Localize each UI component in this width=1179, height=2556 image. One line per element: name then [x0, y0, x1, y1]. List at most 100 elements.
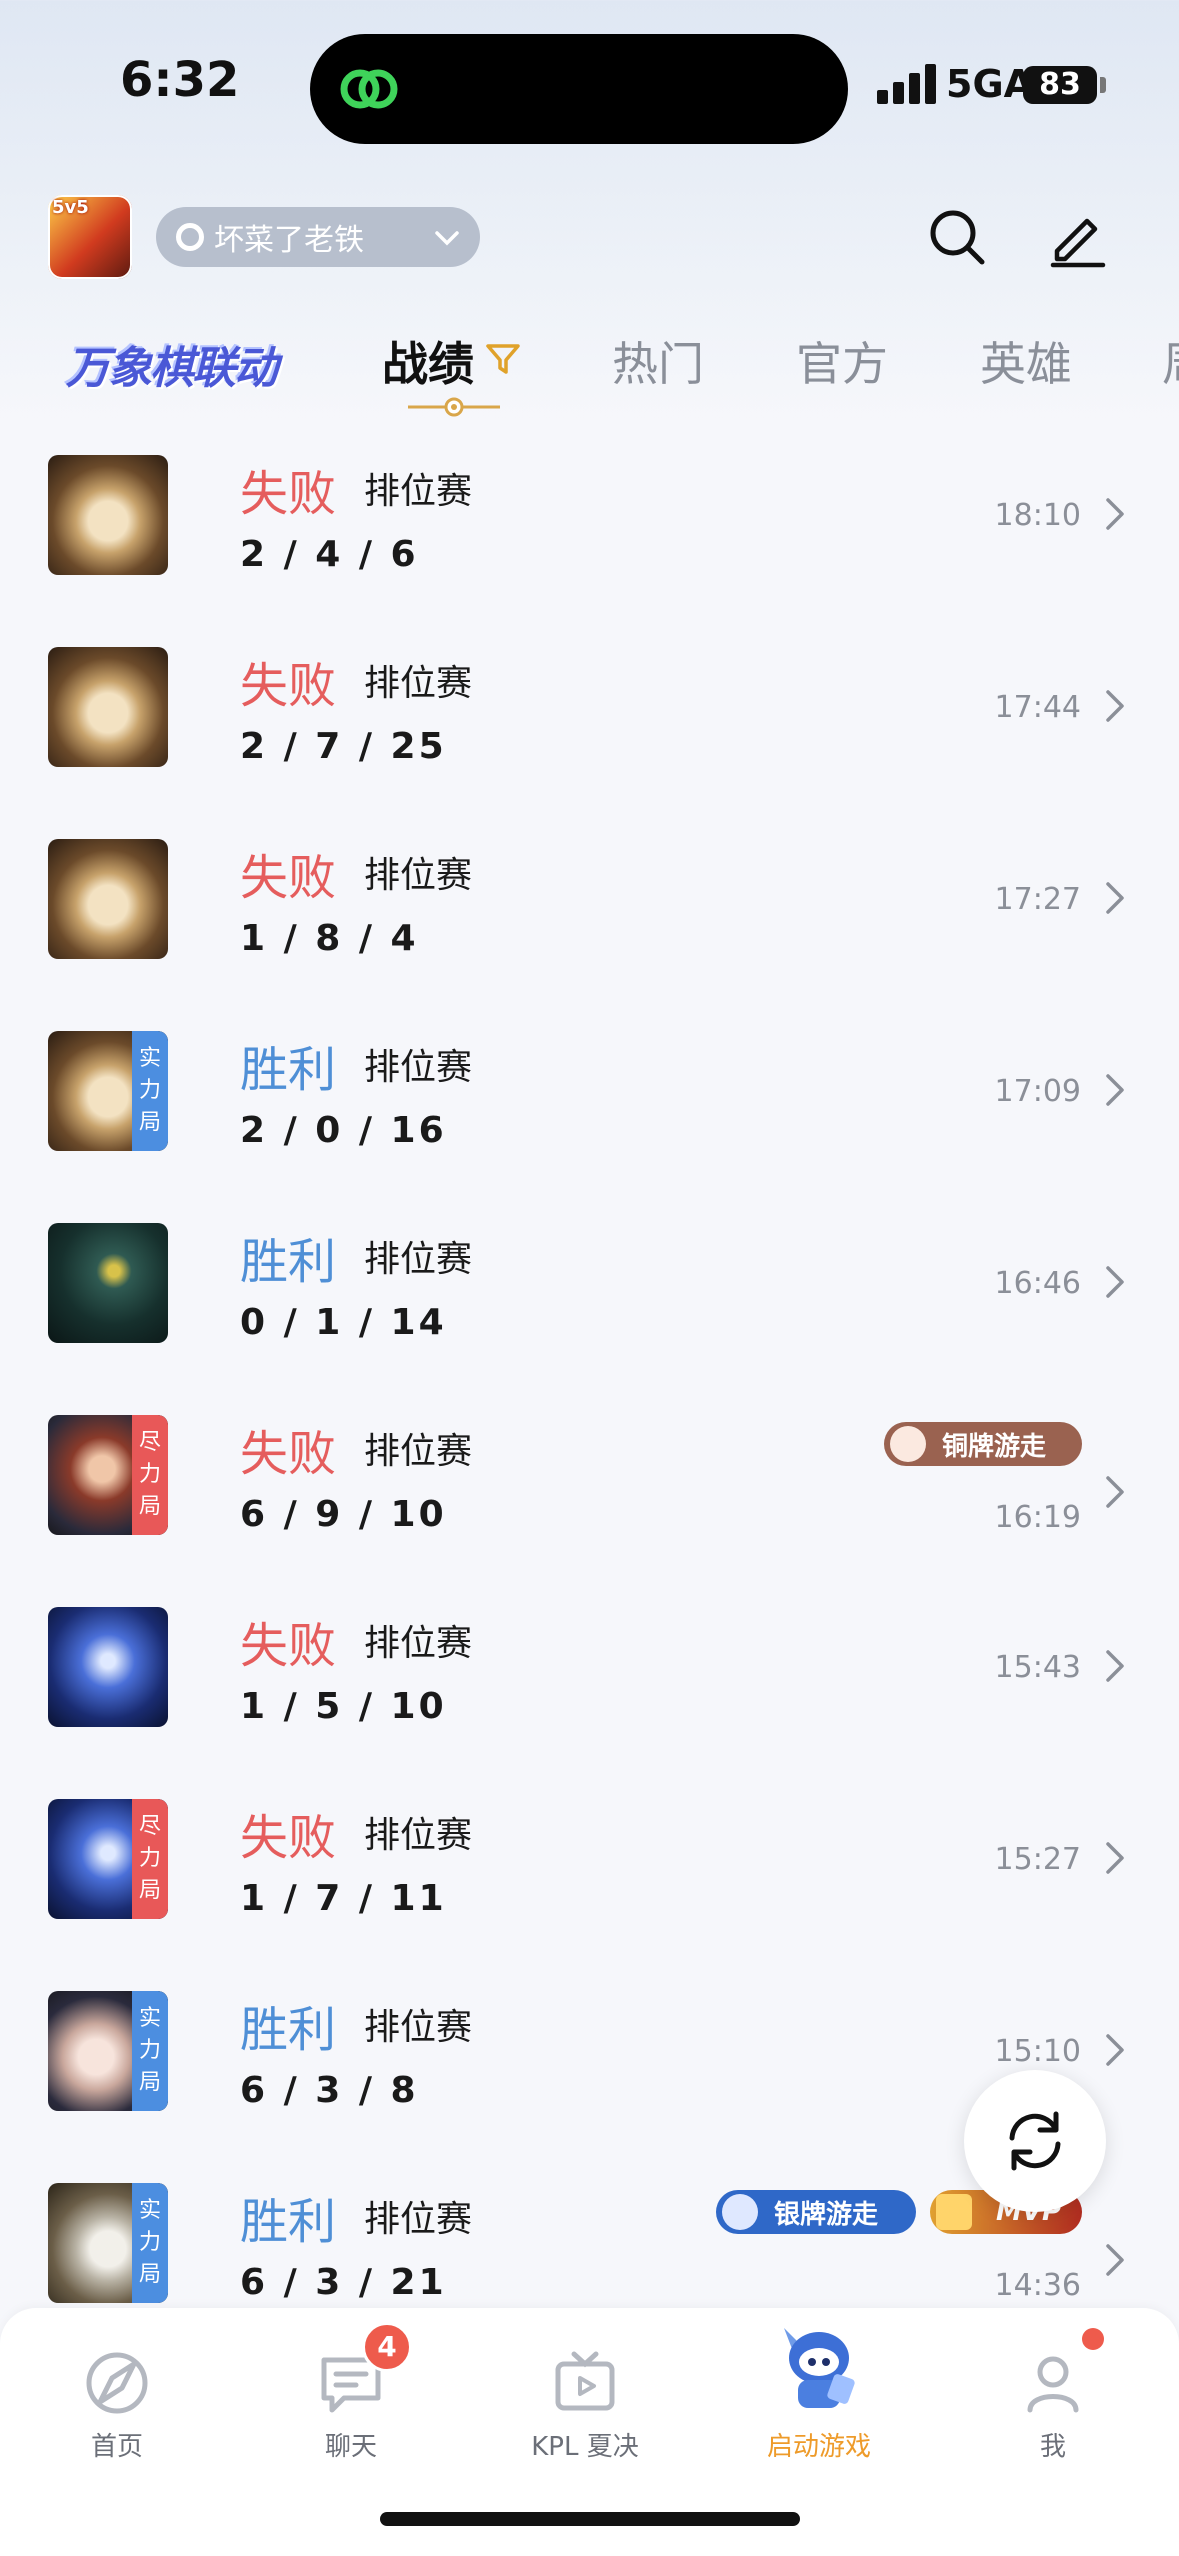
match-row[interactable]: 尽力局 失败 排位赛 1 / 7 / 11 15:27	[0, 1776, 1179, 1968]
edit-icon[interactable]	[1045, 205, 1109, 269]
search-icon[interactable]	[925, 205, 989, 269]
match-row[interactable]: 失败 排位赛 2 / 4 / 6 18:10	[0, 432, 1179, 624]
match-mode: 排位赛	[364, 1815, 473, 1856]
match-kda: 1 / 5 / 10	[240, 1686, 447, 1727]
tab-more[interactable]: 周	[1162, 328, 1179, 394]
badge-label: 银牌游走	[774, 2199, 879, 2230]
hero-avatar: 实力局	[48, 1991, 168, 2111]
match-quality-tag: 实力局	[132, 1991, 168, 2111]
chevron-right-icon	[1106, 498, 1124, 530]
match-row[interactable]: 胜利 排位赛 0 / 1 / 14 16:46	[0, 1200, 1179, 1392]
status-time: 6:32	[120, 52, 240, 108]
tab-official[interactable]: 官方	[796, 328, 888, 394]
tab-bar: 万象棋联动 战绩 热门 官方 英雄 周	[0, 320, 1179, 430]
game-logo[interactable]: 5v5	[48, 195, 132, 279]
hero-avatar: 尽力局	[48, 1415, 168, 1535]
match-result: 失败	[240, 466, 337, 522]
match-mode: 排位赛	[364, 855, 473, 896]
match-kda: 6 / 9 / 10	[240, 1494, 447, 1535]
hero-avatar	[48, 839, 168, 959]
refresh-icon	[1009, 2111, 1061, 2171]
me-notification-dot	[1082, 2328, 1104, 2350]
nav-me[interactable]: 我	[968, 2348, 1138, 2463]
tab-records[interactable]: 战绩	[382, 328, 474, 394]
filter-icon[interactable]	[484, 340, 522, 378]
home-indicator[interactable]	[380, 2512, 800, 2526]
match-mode: 排位赛	[364, 2199, 473, 2240]
performance-badge: 银牌游走	[716, 2190, 916, 2234]
link-app-icon	[340, 69, 398, 109]
hero-avatar	[48, 647, 168, 767]
account-switcher[interactable]: 坏菜了老铁	[156, 207, 480, 267]
match-mode: 排位赛	[364, 1239, 473, 1280]
match-time: 16:19	[994, 1500, 1081, 1535]
match-time: 17:44	[994, 690, 1081, 725]
match-row[interactable]: 尽力局 失败 排位赛 6 / 9 / 10 16:19 铜牌游走	[0, 1392, 1179, 1584]
match-time: 15:27	[994, 1842, 1081, 1877]
battery-tip	[1100, 77, 1106, 93]
status-bar: 6:32 5GA 83	[0, 0, 1179, 170]
chevron-right-icon	[1106, 1074, 1124, 1106]
nav-kpl[interactable]: KPL 夏决	[500, 2348, 670, 2463]
chevron-right-icon	[1106, 2034, 1124, 2066]
collab-banner[interactable]: 万象棋联动	[66, 332, 278, 396]
badge-emblem-icon	[890, 1426, 926, 1462]
match-kda: 0 / 1 / 14	[240, 1302, 447, 1343]
signal-icon	[877, 62, 937, 104]
match-row[interactable]: 实力局 胜利 排位赛 2 / 0 / 16 17:09	[0, 1008, 1179, 1200]
match-row[interactable]: 失败 排位赛 1 / 5 / 10 15:43	[0, 1584, 1179, 1776]
battery-icon: 83	[1023, 66, 1097, 104]
match-kda: 1 / 8 / 4	[240, 918, 419, 959]
game-logo-text: 5v5	[52, 197, 89, 218]
match-time: 17:09	[994, 1074, 1081, 1109]
nav-launch-game[interactable]: 启动游戏	[734, 2328, 904, 2463]
nav-chat[interactable]: 聊天	[266, 2348, 436, 2463]
tab-heroes[interactable]: 英雄	[980, 328, 1072, 394]
badge-emblem-icon	[722, 2194, 758, 2230]
match-kda: 2 / 0 / 16	[240, 1110, 447, 1151]
match-row[interactable]: 失败 排位赛 1 / 8 / 4 17:27	[0, 816, 1179, 1008]
chevron-down-icon	[435, 231, 459, 246]
match-mode: 排位赛	[364, 2007, 473, 2048]
match-kda: 1 / 7 / 11	[240, 1878, 447, 1919]
match-mode: 排位赛	[364, 663, 473, 704]
refresh-button[interactable]	[964, 2070, 1106, 2212]
match-result: 失败	[240, 658, 337, 714]
account-status-icon	[176, 223, 204, 251]
chevron-right-icon	[1106, 2244, 1124, 2276]
match-quality-tag: 尽力局	[132, 1799, 168, 1919]
hero-avatar: 尽力局	[48, 1799, 168, 1919]
hero-avatar: 实力局	[48, 1031, 168, 1151]
nav-chat-label: 聊天	[324, 2432, 377, 2462]
match-result: 胜利	[240, 1234, 337, 1290]
match-kda: 6 / 3 / 8	[240, 2070, 419, 2111]
match-kda: 6 / 3 / 21	[240, 2262, 447, 2303]
badge-label: 铜牌游走	[942, 1431, 1047, 1462]
match-result: 失败	[240, 1618, 337, 1674]
dynamic-island	[310, 34, 848, 144]
tab-hot[interactable]: 热门	[612, 328, 704, 394]
chat-unread-badge: 4	[362, 2322, 412, 2372]
match-result: 胜利	[240, 2194, 337, 2250]
match-mode: 排位赛	[364, 471, 473, 512]
match-mode: 排位赛	[364, 1047, 473, 1088]
match-row[interactable]: 失败 排位赛 2 / 7 / 25 17:44	[0, 624, 1179, 816]
match-kda: 2 / 4 / 6	[240, 534, 419, 575]
hero-avatar: 实力局	[48, 2183, 168, 2303]
nav-home[interactable]: 首页	[32, 2348, 202, 2463]
chevron-right-icon	[1106, 1266, 1124, 1298]
match-result: 失败	[240, 1426, 337, 1482]
nav-me-label: 我	[1039, 2432, 1066, 2462]
match-quality-tag: 实力局	[132, 1031, 168, 1151]
profile-icon	[1027, 2356, 1079, 2413]
chevron-right-icon	[1106, 1476, 1124, 1508]
network-type: 5GA	[946, 62, 1034, 106]
hero-avatar	[48, 1223, 168, 1343]
match-kda: 2 / 7 / 25	[240, 726, 447, 767]
account-name: 坏菜了老铁	[214, 223, 364, 258]
match-time: 16:46	[994, 1266, 1081, 1301]
match-mode: 排位赛	[364, 1431, 473, 1472]
match-time: 15:43	[994, 1650, 1081, 1685]
hero-avatar	[48, 1607, 168, 1727]
match-quality-tag: 实力局	[132, 2183, 168, 2303]
